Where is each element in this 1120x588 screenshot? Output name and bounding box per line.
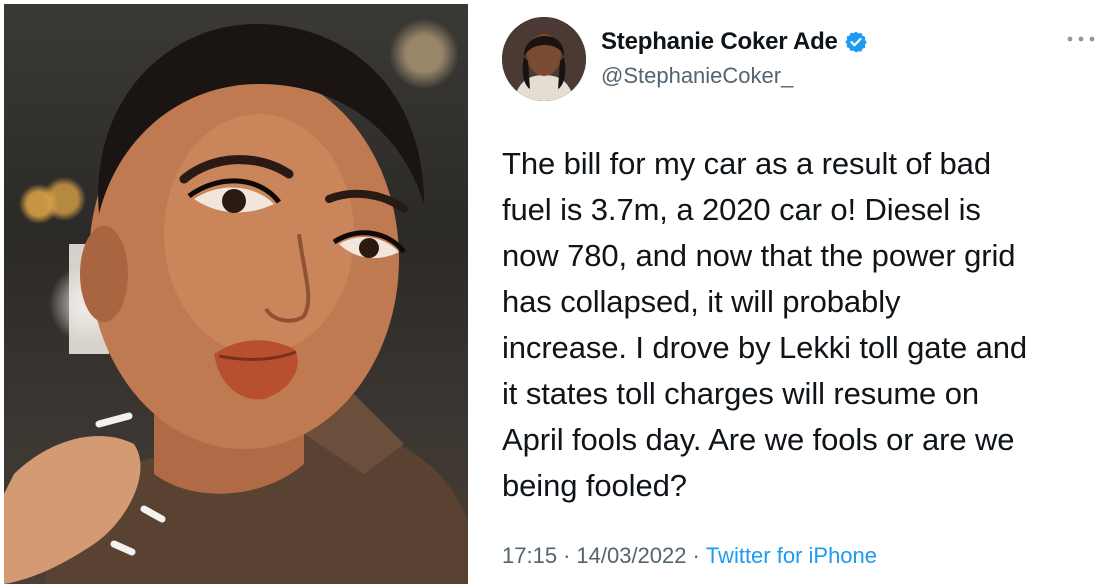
more-options-icon[interactable]	[1064, 30, 1098, 48]
display-name[interactable]: Stephanie Coker Ade	[601, 28, 838, 56]
portrait-photo	[4, 4, 468, 584]
tweet-text-line: The bill for my car as a result of bad	[502, 146, 991, 181]
tweet-text-line: now 780, and now that the power grid	[502, 238, 1016, 273]
tweet-text: The bill for my car as a result of bad f…	[502, 141, 1107, 509]
user-handle[interactable]: @StephanieCoker_	[601, 63, 793, 89]
tweet-text-line: April fools day. Are we fools or are we	[502, 422, 1015, 457]
portrait-illustration	[4, 23, 468, 584]
tweet-card: Stephanie Coker Ade @StephanieCoker_ The…	[470, 0, 1120, 588]
separator-dot: ·	[563, 543, 571, 568]
tweet-time[interactable]: 17:15	[502, 543, 557, 569]
tweet-source-link[interactable]: Twitter for iPhone	[706, 543, 877, 569]
tweet-date[interactable]: 14/03/2022	[576, 543, 686, 569]
author-name-row: Stephanie Coker Ade	[601, 28, 868, 56]
tweet-text-line: fuel is 3.7m, a 2020 car o! Diesel is	[502, 192, 981, 227]
avatar-image	[502, 17, 586, 101]
verified-badge-icon	[844, 31, 867, 53]
avatar[interactable]	[502, 17, 586, 101]
tweet-text-line: increase. I drove by Lekki toll gate and	[502, 330, 1028, 365]
tweet-text-line: has collapsed, it will probably	[502, 284, 901, 319]
tweet-metadata: 17:15 · 14/03/2022 · Twitter for iPhone	[502, 543, 877, 569]
tweet-text-line: it states toll charges will resume on	[502, 376, 979, 411]
separator-dot: ·	[692, 543, 700, 568]
tweet-text-line: being fooled?	[502, 468, 687, 503]
